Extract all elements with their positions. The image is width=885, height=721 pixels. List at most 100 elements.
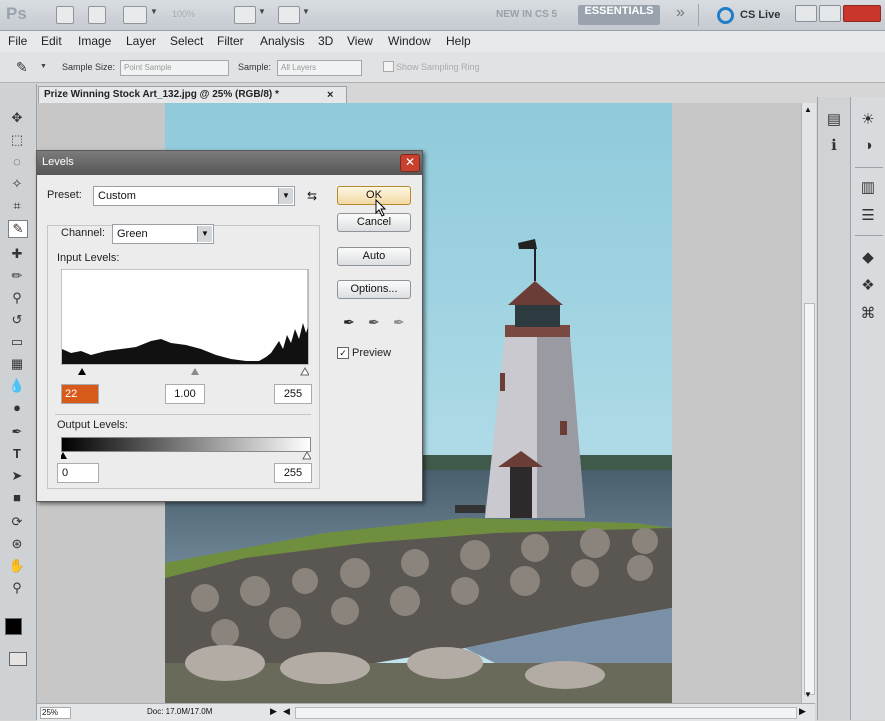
channel-select[interactable]: Green ▼ bbox=[112, 224, 214, 244]
3d-panel-icon[interactable]: ◆ bbox=[858, 249, 878, 267]
tool-preset-arrow-icon[interactable]: ▼ bbox=[40, 63, 47, 70]
scroll-thumb[interactable] bbox=[804, 303, 815, 695]
output-levels-slider[interactable] bbox=[61, 451, 311, 461]
workspace-essentials[interactable]: ESSENTIALS bbox=[578, 5, 660, 25]
white-eyedropper-icon[interactable]: ✒ bbox=[393, 314, 405, 331]
masks-panel-icon[interactable]: ◑ bbox=[858, 137, 878, 155]
3d-rotate-icon[interactable]: ⟳ bbox=[8, 514, 26, 530]
transform-panel-icon[interactable]: ⌘ bbox=[858, 305, 878, 323]
input-levels-slider[interactable] bbox=[61, 365, 309, 377]
scroll-up-icon[interactable]: ▲ bbox=[804, 105, 812, 114]
input-gamma-field[interactable]: 1.00 bbox=[165, 384, 205, 404]
crop-tool-icon[interactable]: ⌗ bbox=[8, 198, 26, 214]
show-ring-checkbox[interactable] bbox=[383, 61, 394, 72]
auto-button[interactable]: Auto bbox=[337, 247, 411, 266]
menu-analysis[interactable]: Analysis bbox=[260, 34, 305, 48]
chevron-down-icon: ▼ bbox=[278, 188, 293, 204]
workspace-new-in-cs5[interactable]: NEW IN CS 5 bbox=[488, 6, 565, 24]
menu-3d[interactable]: 3D bbox=[318, 34, 333, 48]
histogram-panel-icon[interactable]: ▤ bbox=[824, 111, 844, 129]
maximize-button[interactable] bbox=[819, 5, 841, 22]
arrange-documents-icon[interactable] bbox=[234, 6, 256, 24]
path-select-icon[interactable]: ➤ bbox=[8, 468, 26, 484]
clone-stamp-icon[interactable]: ⚲ bbox=[8, 290, 26, 306]
more-workspaces-icon[interactable]: » bbox=[676, 4, 685, 22]
menu-filter[interactable]: Filter bbox=[217, 34, 244, 48]
document-tab[interactable]: Prize Winning Stock Art_132.jpg @ 25% (R… bbox=[38, 86, 347, 103]
pen-tool-icon[interactable]: ✒ bbox=[8, 424, 26, 440]
adjustments-panel-icon[interactable]: ☀ bbox=[858, 111, 878, 129]
cancel-button[interactable]: Cancel bbox=[337, 213, 411, 232]
shape-tool-icon[interactable]: ■ bbox=[8, 490, 26, 506]
dialog-close-button[interactable]: ✕ bbox=[400, 154, 420, 172]
menu-image[interactable]: Image bbox=[78, 34, 111, 48]
view-extras-icon[interactable] bbox=[123, 6, 147, 24]
status-menu-arrow-icon[interactable]: ▶ bbox=[270, 706, 277, 717]
zoom-tool-icon[interactable]: ⚲ bbox=[8, 580, 26, 596]
mini-bridge-icon[interactable] bbox=[88, 6, 106, 24]
preview-checkbox[interactable]: ✓ bbox=[337, 347, 349, 359]
brush-tool-icon[interactable]: ✏ bbox=[8, 268, 26, 284]
screen-mode-icon[interactable] bbox=[278, 6, 300, 24]
gradient-tool-icon[interactable]: ▦ bbox=[8, 356, 26, 372]
channels-panel-icon[interactable]: ☰ bbox=[858, 207, 878, 225]
options-button[interactable]: Options... bbox=[337, 280, 411, 299]
horizontal-scrollbar[interactable] bbox=[295, 707, 797, 719]
black-eyedropper-icon[interactable]: ✒ bbox=[343, 314, 355, 331]
screen-mode-arrow-icon[interactable]: ▼ bbox=[302, 7, 310, 16]
cs-live-label[interactable]: CS Live bbox=[740, 6, 780, 24]
quick-mask-icon[interactable] bbox=[9, 652, 27, 666]
sample-select[interactable]: All Layers bbox=[277, 60, 362, 76]
ok-button[interactable]: OK bbox=[337, 186, 411, 205]
menu-help[interactable]: Help bbox=[446, 34, 471, 48]
zoom-field[interactable]: 25% bbox=[40, 707, 71, 719]
3d-orbit-icon[interactable]: ⊛ bbox=[8, 536, 26, 552]
history-brush-icon[interactable]: ↺ bbox=[8, 312, 26, 328]
quick-select-tool-icon[interactable]: ✧ bbox=[8, 176, 26, 192]
preset-options-icon[interactable]: ⇆ bbox=[307, 189, 317, 203]
status-bar: 25% Doc: 17.0M/17.0M ▶ ◀ ▶ bbox=[37, 703, 815, 721]
eyedropper-tool-icon[interactable]: ✎ bbox=[16, 59, 28, 76]
arrange-arrow-icon[interactable]: ▼ bbox=[258, 7, 266, 16]
blur-tool-icon[interactable]: 💧 bbox=[8, 378, 26, 394]
marquee-tool-icon[interactable]: ⬚ bbox=[8, 132, 26, 148]
minimize-button[interactable] bbox=[795, 5, 817, 22]
gray-eyedropper-icon[interactable]: ✒ bbox=[368, 314, 380, 331]
hand-tool-icon[interactable]: ✋ bbox=[8, 558, 26, 574]
zoom-level-dropdown[interactable]: 100% bbox=[172, 9, 195, 19]
cs-live-icon[interactable] bbox=[717, 7, 734, 24]
eraser-tool-icon[interactable]: ▭ bbox=[8, 334, 26, 350]
scroll-down-icon[interactable]: ▼ bbox=[804, 690, 812, 699]
input-black-field[interactable]: 22 bbox=[61, 384, 99, 404]
bridge-icon[interactable] bbox=[56, 6, 74, 24]
type-tool-icon[interactable]: T bbox=[8, 446, 26, 462]
scroll-right-icon[interactable]: ▶ bbox=[799, 706, 806, 717]
menu-view[interactable]: View bbox=[347, 34, 373, 48]
menu-file[interactable]: File bbox=[8, 34, 27, 48]
application-bar: Ps ▼ 100% ▼ ▼ NEW IN CS 5 ESSENTIALS » C… bbox=[0, 0, 885, 31]
menu-window[interactable]: Window bbox=[388, 34, 431, 48]
scroll-left-icon[interactable]: ◀ bbox=[283, 706, 290, 717]
output-white-field[interactable]: 255 bbox=[274, 463, 312, 483]
window-close-button[interactable] bbox=[843, 5, 881, 22]
document-tab-close-icon[interactable]: × bbox=[327, 87, 333, 103]
dodge-tool-icon[interactable]: ● bbox=[8, 400, 26, 416]
eyedropper-tool-icon-selected[interactable]: ✎ bbox=[8, 220, 28, 238]
menu-select[interactable]: Select bbox=[170, 34, 203, 48]
lasso-tool-icon[interactable]: ◌ bbox=[8, 154, 26, 170]
preset-select[interactable]: Custom ▼ bbox=[93, 186, 295, 206]
layers-panel-icon[interactable]: ▥ bbox=[858, 179, 878, 197]
menu-layer[interactable]: Layer bbox=[126, 34, 156, 48]
output-black-field[interactable]: 0 bbox=[57, 463, 99, 483]
foreground-color-swatch[interactable] bbox=[5, 618, 22, 635]
vertical-scrollbar[interactable]: ▲ ▼ bbox=[801, 103, 816, 703]
input-white-field[interactable]: 255 bbox=[274, 384, 312, 404]
menu-edit[interactable]: Edit bbox=[41, 34, 62, 48]
view-extras-arrow-icon[interactable]: ▼ bbox=[150, 7, 158, 16]
styles-panel-icon[interactable]: ❖ bbox=[858, 277, 878, 295]
move-tool-icon[interactable]: ✥ bbox=[8, 110, 26, 126]
dialog-title-bar[interactable]: Levels bbox=[37, 151, 422, 175]
info-panel-icon[interactable]: ℹ bbox=[824, 137, 844, 155]
sample-size-select[interactable]: Point Sample bbox=[120, 60, 229, 76]
healing-brush-icon[interactable]: ✚ bbox=[8, 246, 26, 262]
